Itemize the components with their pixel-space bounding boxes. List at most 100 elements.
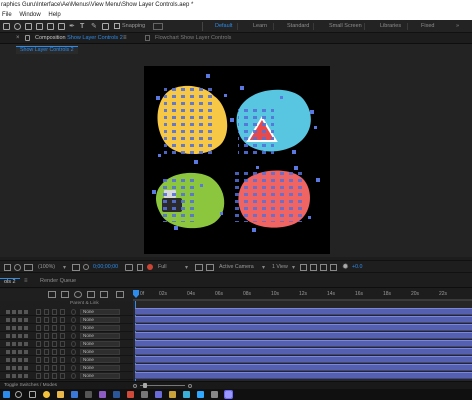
motion-blur-icon[interactable] xyxy=(74,291,82,298)
layer-switch-box[interactable] xyxy=(52,357,57,363)
playhead-icon[interactable] xyxy=(133,290,139,298)
solo-icon[interactable] xyxy=(18,350,22,354)
parent-select[interactable]: None xyxy=(80,317,120,323)
magnification-select[interactable]: (100%) xyxy=(38,264,55,270)
app-icon[interactable] xyxy=(211,391,218,398)
parent-select[interactable]: None xyxy=(80,349,120,355)
lock-switch-icon[interactable] xyxy=(24,350,28,354)
layer-switch-box[interactable] xyxy=(60,341,65,347)
layer-switch-box[interactable] xyxy=(60,349,65,355)
pick-whip-icon[interactable] xyxy=(71,341,76,347)
current-time[interactable]: 0;00;00;00 xyxy=(93,264,118,270)
layer-duration-bar[interactable] xyxy=(135,332,472,339)
snapshot-camera-icon[interactable] xyxy=(125,264,133,271)
toggle-switches-modes-button[interactable]: Toggle Switches / Modes xyxy=(4,383,57,388)
zoom-slider-thumb[interactable] xyxy=(143,383,147,388)
layer-row[interactable]: None xyxy=(0,308,133,316)
video-visibility-icon[interactable] xyxy=(6,310,10,314)
lock-icon[interactable] xyxy=(25,35,30,41)
video-visibility-icon[interactable] xyxy=(6,342,10,346)
flowchart-icon[interactable] xyxy=(330,264,337,271)
brush-tool-icon[interactable]: ✎ xyxy=(91,23,98,30)
zoom-out-icon[interactable] xyxy=(133,384,137,388)
layer-switch-box[interactable] xyxy=(44,365,49,371)
layer-row[interactable]: None xyxy=(0,348,133,356)
parent-select[interactable]: None xyxy=(80,325,120,331)
layer-switch-box[interactable] xyxy=(44,349,49,355)
puppet-tool-icon[interactable] xyxy=(102,23,109,30)
workspace-fixed[interactable]: Fixed xyxy=(421,23,434,29)
layer-row[interactable]: None xyxy=(0,364,133,372)
exposure-icon[interactable]: ✹ xyxy=(342,263,349,271)
resolution-dropdown-icon[interactable]: ▾ xyxy=(185,264,188,271)
type-tool-icon[interactable]: T xyxy=(80,23,87,30)
chrome-icon[interactable] xyxy=(43,391,50,398)
composition-tab[interactable]: Composition Show Layer Controls 2 xyxy=(35,35,123,41)
audio-icon[interactable] xyxy=(12,350,16,354)
audio-icon[interactable] xyxy=(12,334,16,338)
workspace-standard[interactable]: Standard xyxy=(287,23,309,29)
workspace-learn[interactable]: Learn xyxy=(253,23,267,29)
solo-icon[interactable] xyxy=(18,334,22,338)
region-of-interest-icon[interactable] xyxy=(14,264,21,271)
app-icon[interactable] xyxy=(127,391,134,398)
layer-switch-box[interactable] xyxy=(52,349,57,355)
menu-file[interactable]: File xyxy=(2,12,12,18)
layer-duration-bar[interactable] xyxy=(135,372,472,379)
layer-switch-box[interactable] xyxy=(52,325,57,331)
menu-window[interactable]: Window xyxy=(19,12,40,18)
lock-switch-icon[interactable] xyxy=(24,334,28,338)
audio-icon[interactable] xyxy=(12,358,16,362)
layer-duration-bar[interactable] xyxy=(135,308,472,315)
pick-whip-icon[interactable] xyxy=(71,373,76,379)
word-icon[interactable] xyxy=(113,391,120,398)
audio-icon[interactable] xyxy=(12,326,16,330)
audio-icon[interactable] xyxy=(12,374,16,378)
always-preview-icon[interactable] xyxy=(4,264,11,271)
video-visibility-icon[interactable] xyxy=(6,374,10,378)
layer-switch-box[interactable] xyxy=(44,373,49,379)
audio-icon[interactable] xyxy=(12,310,16,314)
search-icon[interactable] xyxy=(15,391,22,398)
lock-switch-icon[interactable] xyxy=(24,358,28,362)
pick-whip-icon[interactable] xyxy=(71,333,76,339)
layer-switch-box[interactable] xyxy=(60,325,65,331)
video-visibility-icon[interactable] xyxy=(6,318,10,322)
layer-row[interactable]: None xyxy=(0,340,133,348)
rotate-tool-icon[interactable] xyxy=(25,23,32,30)
layer-switch-box[interactable] xyxy=(60,365,65,371)
workspace-default[interactable]: Default xyxy=(215,23,232,29)
vr-icon[interactable] xyxy=(24,264,33,271)
layer-switch-box[interactable] xyxy=(44,357,49,363)
layer-switch-box[interactable] xyxy=(52,341,57,347)
video-visibility-icon[interactable] xyxy=(6,326,10,330)
lock-switch-icon[interactable] xyxy=(24,318,28,322)
exposure-value[interactable]: +0.0 xyxy=(352,264,362,270)
render-queue-tab[interactable]: Render Queue xyxy=(40,278,76,284)
layer-duration-bar[interactable] xyxy=(135,356,472,363)
layer-row[interactable]: None xyxy=(0,316,133,324)
workspace-libraries[interactable]: Libraries xyxy=(380,23,401,29)
close-tab-icon[interactable]: × xyxy=(16,35,20,41)
video-visibility-icon[interactable] xyxy=(6,350,10,354)
task-view-icon[interactable] xyxy=(29,391,36,398)
layer-switch-box[interactable] xyxy=(44,325,49,331)
lock-switch-icon[interactable] xyxy=(24,366,28,370)
graph-editor-icon[interactable] xyxy=(87,291,95,298)
layer-switch-box[interactable] xyxy=(52,365,57,371)
app-icon[interactable] xyxy=(183,391,190,398)
solo-icon[interactable] xyxy=(18,310,22,314)
resolution-select[interactable]: Full xyxy=(158,264,167,270)
color-channel-icon[interactable] xyxy=(147,264,153,270)
photoshop-icon[interactable] xyxy=(197,391,204,398)
layer-switch-box[interactable] xyxy=(60,333,65,339)
layer-switch-box[interactable] xyxy=(60,317,65,323)
parent-select[interactable]: None xyxy=(80,365,120,371)
workspace-small-screen[interactable]: Small Screen xyxy=(329,23,362,29)
layer-switch-box[interactable] xyxy=(60,357,65,363)
layer-row[interactable]: None xyxy=(0,356,133,364)
brainstorm-icon[interactable] xyxy=(100,291,108,298)
flowchart-tab[interactable]: Flowchart Show Layer Controls xyxy=(155,35,231,41)
pick-whip-icon[interactable] xyxy=(71,325,76,331)
pen-tool-icon[interactable]: ✒ xyxy=(69,23,76,30)
